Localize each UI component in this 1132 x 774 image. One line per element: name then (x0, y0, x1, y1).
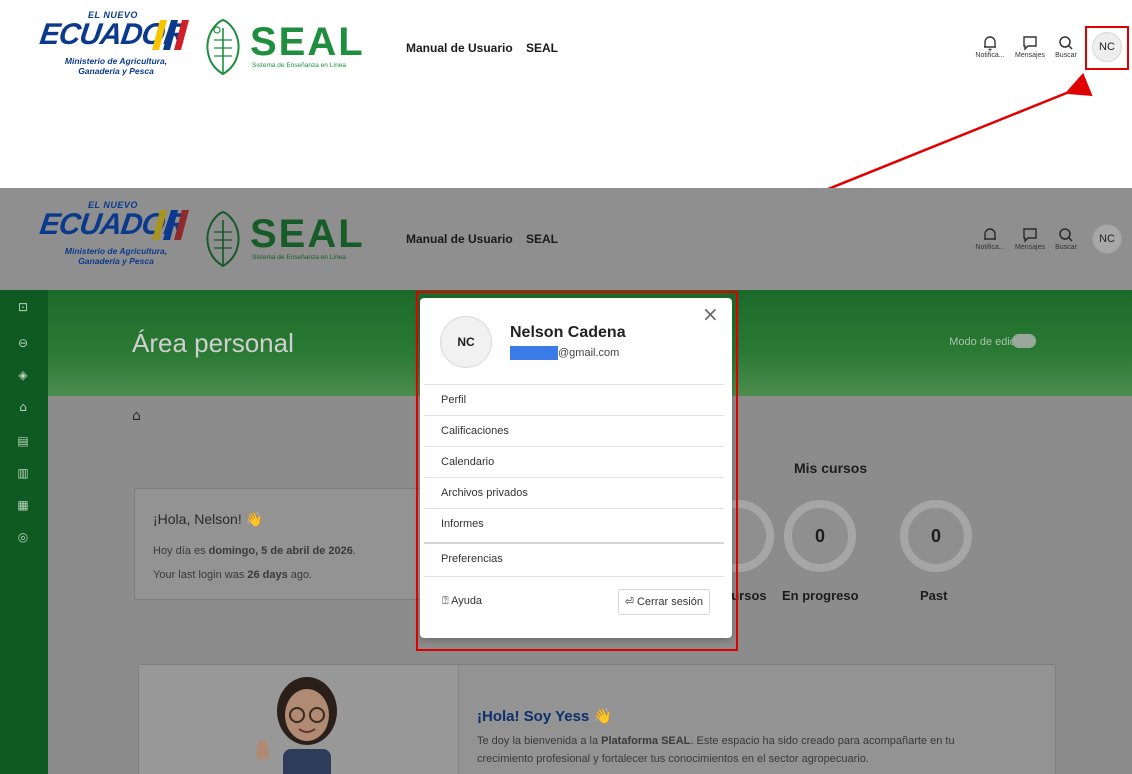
calendar-book-icon[interactable]: ▤ (16, 434, 30, 448)
dimmed-header: EL NUEVO ECUADOR Ministerio de Agricultu… (0, 188, 1132, 290)
page-title: Área personal (132, 328, 294, 358)
nav-seal-dimmed: SEAL (526, 232, 559, 246)
highlight-popup-box (416, 291, 738, 651)
yess-avatar-icon (256, 677, 337, 774)
messages-dimmed: Mensajes (1010, 226, 1050, 251)
search-icon (1059, 228, 1073, 242)
assistant-text-line2: crecimiento profesional y fortalecer tus… (477, 753, 869, 765)
left-sidebar: ⊡ ⊖ ◈ ⌂ ▤ ▥ ▦ ◎ (0, 290, 48, 774)
home-icon[interactable]: ⌂ (16, 400, 30, 414)
welcome-card: ¡Hola, Nelson! 👋 Hoy día es domingo, 5 d… (134, 488, 434, 600)
stat-ring-past: 0 (900, 500, 972, 572)
badge-icon[interactable]: ◎ (16, 530, 30, 544)
ecuador-logo-dimmed: EL NUEVO ECUADOR Ministerio de Agricultu… (30, 200, 190, 270)
breadcrumb-home-icon[interactable]: ⌂ (132, 408, 141, 424)
assistant-avatar-panel (139, 665, 459, 774)
flag-stripes-icon (152, 210, 189, 240)
bell-icon (984, 228, 996, 240)
assistant-card: ¡Hola! Soy Yess 👋 Te doy la bienvenida a… (138, 664, 1056, 774)
welcome-last-login: Your last login was 26 days ago. (153, 569, 313, 581)
seal-leaf-icon (206, 210, 240, 268)
dashboard-icon[interactable]: ⊡ (16, 300, 30, 314)
chat-icon (1023, 228, 1037, 243)
user-avatar-dimmed: NC (1092, 224, 1122, 254)
welcome-greeting: ¡Hola, Nelson! 👋 (153, 511, 264, 527)
edit-mode-toggle[interactable] (1012, 334, 1036, 348)
catalog-icon[interactable]: ▥ (16, 466, 30, 480)
stat-label-past: Past (920, 588, 948, 603)
notifications-dimmed: Notifica... (970, 226, 1010, 251)
search-dimmed: Buscar (1049, 226, 1083, 251)
assistant-text-line1: Te doy la bienvenida a la Plataforma SEA… (477, 735, 955, 747)
stat-label-in-progress: En progreso (782, 588, 859, 603)
toggle-icon[interactable]: ⊖ (16, 336, 30, 350)
courses-icon[interactable]: ◈ (16, 368, 30, 382)
calendar-icon[interactable]: ▦ (16, 498, 30, 512)
nav-manual-usuario-dimmed: Manual de Usuario (406, 232, 513, 246)
welcome-date: Hoy día es domingo, 5 de abril de 2026. (153, 545, 356, 557)
my-courses-title: Mis cursos (794, 460, 868, 476)
stat-ring-in-progress: 0 (784, 500, 856, 572)
seal-logo-dimmed: SEAL Sistema de Enseñanza en Línea (200, 210, 370, 270)
embedded-screenshot: EL NUEVO ECUADOR Ministerio de Agricultu… (0, 188, 1132, 774)
assistant-title: ¡Hola! Soy Yess 👋 (477, 708, 613, 725)
